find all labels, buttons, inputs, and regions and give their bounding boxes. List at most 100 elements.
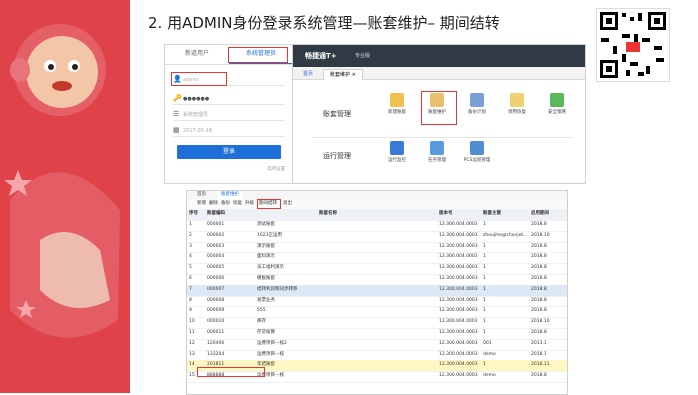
restore-button[interactable]: 领用恢复 <box>497 93 537 115</box>
app-logo: 畅捷通T+ <box>305 52 337 60</box>
table-cell: 12.300.004.0003 <box>439 276 478 281</box>
tab-account-maintenance[interactable]: 账套维护 × <box>323 69 363 80</box>
table-cell: 1023正运用 <box>257 232 282 238</box>
table-cell: 运费项目—核2 <box>257 340 287 346</box>
table-cell: 1 <box>483 297 486 303</box>
list-icon: ☰ <box>173 110 180 118</box>
table-cell: 12.300.004.0003 <box>439 265 478 271</box>
pcs-remote-button[interactable]: PCS远程管理 <box>457 141 497 163</box>
app-window: 畅捷通T+ 专业版 首页 账套维护 × 账套管理 新建账套 账套维护 备份计划 … <box>292 44 586 184</box>
table-cell: 12.300.004.0003 <box>439 340 478 346</box>
table-cell: 1 <box>189 222 192 227</box>
table-cell: 2018.8 <box>531 286 547 292</box>
table-cell: 2 <box>189 232 192 238</box>
backup-button[interactable]: 备份 <box>221 200 230 208</box>
company-field[interactable]: ☰ 系统管理员 <box>173 108 285 121</box>
table-cell: 员工福利演示 <box>257 265 284 271</box>
table-cell: 10 <box>189 319 195 325</box>
table-cell: 1 <box>483 222 486 227</box>
table-cell: 1 <box>483 330 486 335</box>
table-cell: 12.300.004.0003 <box>439 243 478 249</box>
qr-code-icon <box>596 8 670 82</box>
exit-button[interactable]: 退出 <box>283 200 292 208</box>
table-cell: 000007 <box>207 286 225 292</box>
table-cell: 演示账套 <box>257 243 275 249</box>
tab-home[interactable]: 首页 <box>297 69 319 79</box>
backup-plan-button[interactable]: 备份计划 <box>457 93 497 115</box>
remote-icon <box>470 141 484 155</box>
run-monitor-button[interactable]: 运行监控 <box>377 141 417 163</box>
table-cell: 面料演示 <box>257 254 275 260</box>
table-cell: 3 <box>189 243 192 249</box>
task-management-button[interactable]: 任务管理 <box>417 141 457 163</box>
table-tab-home[interactable]: 首页 <box>197 191 206 199</box>
decorative-side-panel <box>0 0 130 393</box>
slide-title: 2. 用ADMIN身份登录系统管理—账套维护– 期间结转 <box>148 14 500 32</box>
table-cell: 8 <box>189 297 192 303</box>
pencil-icon <box>390 93 404 107</box>
table-cell: 2018.8 <box>531 276 547 281</box>
table-cell: 12.300.004.0003 <box>439 297 478 303</box>
table-cell: demo <box>483 351 496 357</box>
key-icon: 🔑 <box>173 94 182 102</box>
col-header-version: 版本号 <box>439 211 453 216</box>
table-cell: 存货核算 <box>257 330 275 335</box>
table-cell: 2018.1 <box>531 351 547 357</box>
table-cell: 2018.8 <box>531 243 547 249</box>
add-button[interactable]: 新增 <box>197 200 206 208</box>
login-button[interactable]: 登录 <box>177 145 281 159</box>
col-header-name: 账套名称 <box>319 211 337 216</box>
options-link[interactable]: 选项设置 <box>267 166 285 172</box>
table-cell: 4 <box>189 254 192 260</box>
restore-button[interactable]: 恢复 <box>233 200 242 208</box>
table-cell: 2018.10 <box>531 232 550 238</box>
table-cell: 1 <box>483 243 486 249</box>
table-cell: 5 <box>189 265 192 271</box>
table-cell: 000008 <box>207 297 225 303</box>
delete-button[interactable]: 删除 <box>209 200 218 208</box>
table-cell: 12.300.004.0003 <box>439 330 478 335</box>
table-cell: 11 <box>189 330 195 335</box>
table-cell: 12.300.004.0003 <box>439 308 478 314</box>
table-cell: 1 <box>483 276 486 281</box>
highlight-carryover <box>257 199 281 209</box>
col-header-code: 账套编码 <box>207 211 225 216</box>
app-tab-bar: 首页 账套维护 × <box>293 67 585 80</box>
shield-icon <box>550 93 564 107</box>
group-label-runtime: 运行管理 <box>323 152 351 160</box>
table-cell: 2018.11 <box>531 362 550 368</box>
date-field[interactable]: ▦ 2017-05-18 <box>173 124 285 137</box>
new-account-button[interactable]: 新建账套 <box>377 93 417 115</box>
table-cell: 555 <box>257 308 266 314</box>
table-cell: 6 <box>189 276 192 281</box>
table-cell: 运费项目—核 <box>257 351 284 357</box>
table-cell: 1 <box>483 286 486 292</box>
security-policy-button[interactable]: 安全策略 <box>537 93 577 115</box>
table-cell: 000010 <box>207 319 225 325</box>
table-cell: 模板账套 <box>257 276 275 281</box>
table-cell: 2018.10 <box>531 319 550 325</box>
table-cell: 7 <box>189 286 192 292</box>
table-cell: 1 <box>483 265 486 271</box>
app-header: 畅捷通T+ 专业版 <box>293 45 585 67</box>
upgrade-button[interactable]: 升级 <box>245 200 254 208</box>
table-cell: demo <box>483 373 496 379</box>
table-cell: zhoujihe@chanjet... <box>483 232 528 238</box>
group-label-account: 账套管理 <box>323 110 351 118</box>
table-cell: 12.300.004.0003 <box>439 351 478 357</box>
highlight-selected-row <box>197 367 265 377</box>
table-cell: 000011 <box>207 330 225 335</box>
table-cell: 133204 <box>207 351 225 357</box>
table-tab-bar: 首页 账套维护 <box>187 191 567 199</box>
table-cell: 发票业务 <box>257 297 275 303</box>
table-cell: 1 <box>483 362 486 368</box>
table-cell: 12.300.004.0003 <box>439 222 478 227</box>
table-cell: 14 <box>189 362 195 368</box>
password-field[interactable]: 🔑●●●●●● <box>173 92 285 105</box>
table-cell: 12 <box>189 340 195 346</box>
table-tab-maintenance[interactable]: 账套维护 <box>217 191 243 199</box>
tab-new-user[interactable]: 新道用户 <box>165 45 229 63</box>
table-cell: 000002 <box>207 232 225 238</box>
table-cell: 12.300.004.0003 <box>439 286 478 292</box>
table-cell: 12.300.004.0003 <box>439 232 478 238</box>
